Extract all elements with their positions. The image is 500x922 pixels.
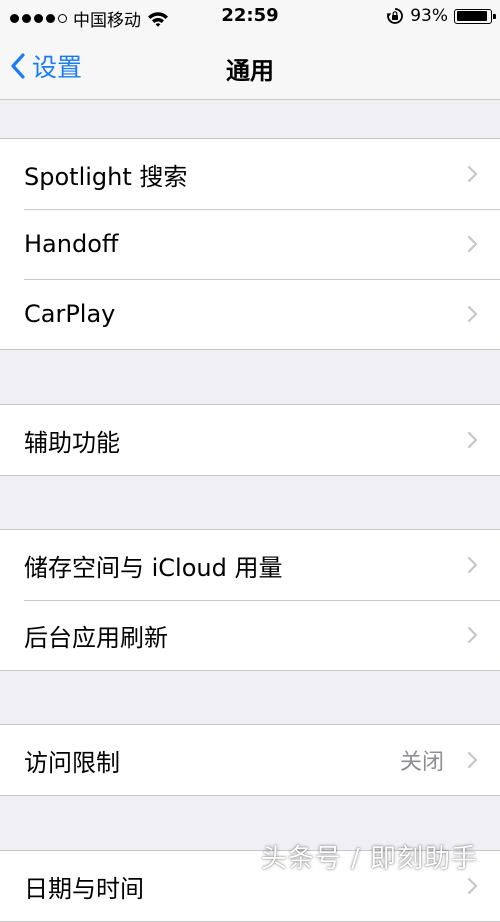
row-label: 访问限制 — [24, 748, 120, 777]
row-label: 储存空间与 iCloud 用量 — [24, 553, 283, 582]
row-label: 后台应用刷新 — [24, 623, 168, 652]
chevron-right-icon — [467, 305, 478, 323]
navigation-bar: 设置 通用 — [0, 34, 500, 100]
chevron-right-icon — [467, 165, 478, 183]
row-label: CarPlay — [24, 300, 116, 328]
row-label: 辅助功能 — [24, 428, 120, 457]
settings-row-storage-icloud[interactable]: 储存空间与 iCloud 用量 — [0, 530, 500, 600]
settings-row-accessibility[interactable]: 辅助功能 — [0, 405, 500, 475]
settings-group-search: Spotlight 搜索 Handoff CarPlay — [0, 138, 500, 350]
settings-row-handoff[interactable]: Handoff — [0, 209, 500, 279]
battery-icon — [454, 8, 496, 24]
row-value: 关闭 — [399, 750, 444, 775]
chevron-right-icon — [467, 877, 478, 895]
chevron-right-icon — [467, 235, 478, 253]
settings-group-restrictions: 访问限制 关闭 — [0, 724, 500, 796]
chevron-right-icon — [467, 751, 478, 769]
settings-row-background-refresh[interactable]: 后台应用刷新 — [0, 600, 500, 670]
settings-row-restrictions[interactable]: 访问限制 关闭 — [0, 725, 500, 795]
battery-percent: 93% — [410, 6, 448, 26]
row-label: 日期与时间 — [24, 874, 144, 903]
settings-row-carplay[interactable]: CarPlay — [0, 279, 500, 349]
settings-group-accessibility: 辅助功能 — [0, 404, 500, 476]
row-label: Spotlight 搜索 — [24, 162, 188, 191]
status-bar-right: 93% — [386, 6, 496, 26]
battery-level — [456, 11, 488, 21]
rotation-lock-icon — [386, 8, 404, 24]
settings-row-spotlight[interactable]: Spotlight 搜索 — [0, 139, 500, 209]
chevron-right-icon — [467, 626, 478, 644]
chevron-right-icon — [467, 556, 478, 574]
watermark-text: 头条号 / 即刻助手 — [260, 844, 478, 874]
chevron-right-icon — [467, 431, 478, 449]
page-title: 通用 — [226, 57, 274, 85]
settings-group-storage: 储存空间与 iCloud 用量 后台应用刷新 — [0, 529, 500, 671]
status-bar: 中国移动 22:59 93% — [0, 0, 500, 34]
row-label: Handoff — [24, 230, 119, 258]
